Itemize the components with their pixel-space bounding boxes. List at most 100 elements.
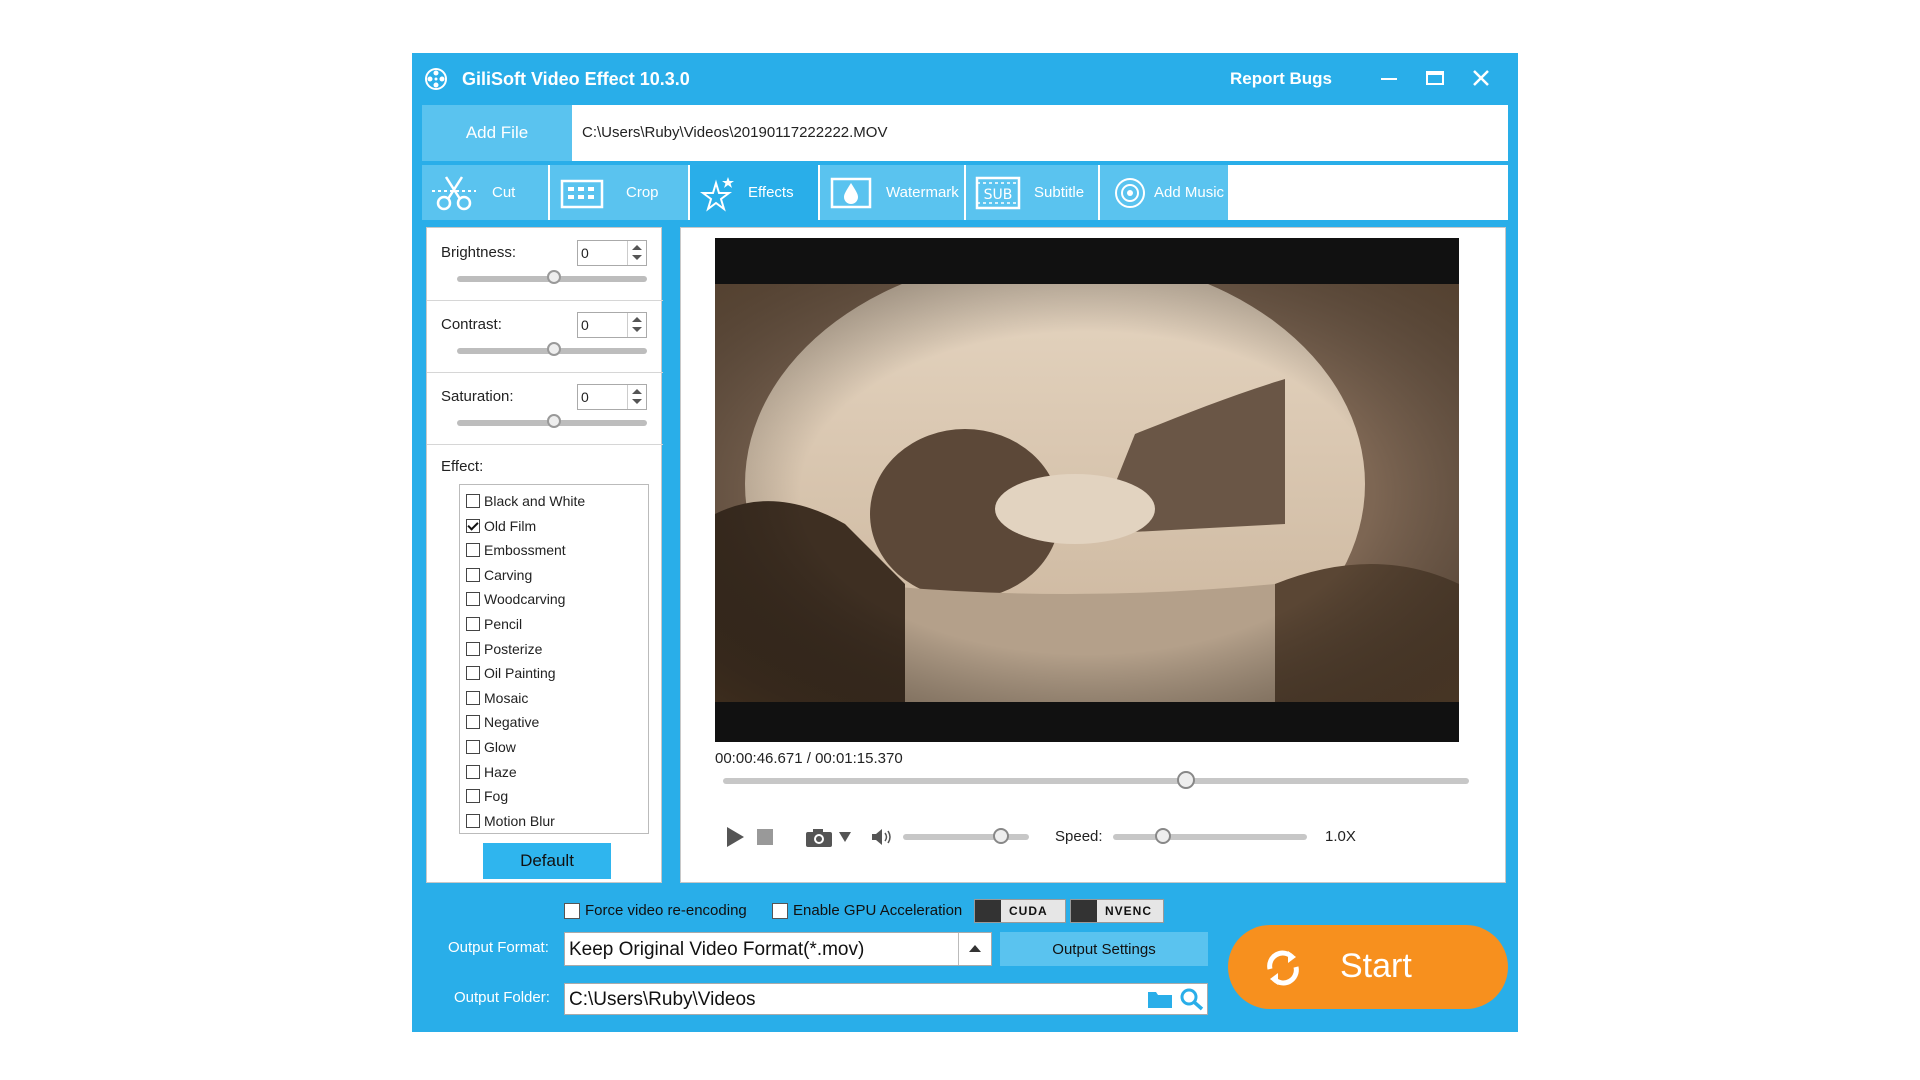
file-path: C:\Users\Ruby\Videos\20190117222222.MOV: [582, 124, 888, 141]
effect-checkbox[interactable]: [466, 813, 480, 828]
play-icon[interactable]: [725, 826, 745, 848]
music-target-icon: [1115, 178, 1145, 208]
title-bar: GiliSoft Video Effect 10.3.0 Report Bugs: [412, 53, 1518, 105]
add-file-button[interactable]: Add File: [422, 105, 572, 161]
app-title: GiliSoft Video Effect 10.3.0: [462, 69, 690, 89]
output-format-label: Output Format:: [448, 939, 549, 956]
saturation-label: Saturation:: [441, 388, 514, 405]
volume-icon[interactable]: [871, 828, 893, 846]
effect-label: Haze: [484, 763, 517, 780]
tab-subtitle[interactable]: SUB Subtitle: [966, 165, 1098, 220]
effect-checkbox[interactable]: [466, 494, 480, 508]
gpu-accel-label: Enable GPU Acceleration: [793, 902, 963, 919]
cuda-label: CUDA: [1009, 904, 1048, 918]
contrast-label: Contrast:: [441, 316, 502, 333]
tab-cut[interactable]: Cut: [422, 165, 548, 220]
search-icon[interactable]: [1179, 987, 1205, 1011]
cuda-badge: CUDA: [974, 899, 1066, 923]
default-button[interactable]: Default: [483, 843, 611, 879]
output-settings-button[interactable]: Output Settings: [1000, 932, 1208, 966]
effect-label: Negative: [484, 714, 540, 731]
contrast-slider[interactable]: [457, 342, 647, 356]
output-folder-value: C:\Users\Ruby\Videos: [569, 989, 756, 1010]
effect-checkbox[interactable]: [466, 715, 480, 730]
effect-checkbox[interactable]: [466, 567, 480, 582]
speed-thumb[interactable]: [1155, 828, 1172, 844]
brightness-spinbox[interactable]: 0: [577, 240, 647, 266]
saturation-spinbox[interactable]: 0: [577, 384, 647, 410]
film-reel-icon: [425, 68, 447, 90]
tab-add-music[interactable]: Add Music: [1100, 165, 1228, 220]
effect-label: Pencil: [484, 616, 523, 632]
video-frame-image: [715, 284, 1459, 702]
brightness-spin-arrows[interactable]: [627, 241, 646, 265]
watermark-drop-icon: [830, 177, 872, 209]
folder-icon[interactable]: [1147, 988, 1173, 1010]
adjustment-panel: Brightness: 0 Contrast: 0 Saturation: 0 …: [426, 227, 663, 883]
chevron-down-icon[interactable]: [839, 832, 851, 842]
nvidia-icon: [975, 900, 1001, 922]
brightness-group: Brightness: 0: [427, 228, 663, 301]
crop-icon: [560, 179, 604, 209]
effect-label: Old Film: [484, 517, 537, 534]
report-bugs-link[interactable]: Report Bugs: [1230, 69, 1332, 89]
effect-label: Oil Painting: [484, 665, 556, 682]
camera-icon[interactable]: [805, 828, 833, 848]
saturation-spin-arrows[interactable]: [627, 385, 646, 409]
tool-tabs: Cut Crop Effects Watermark SUB Subtitle …: [422, 165, 1508, 220]
effect-list: Black and White Old Film Embossment Carving…: [459, 484, 649, 834]
effect-checkbox[interactable]: [466, 740, 480, 754]
effect-checkbox[interactable]: [466, 518, 480, 533]
speed-label: Speed:: [1055, 828, 1103, 845]
speed-value: 1.0X: [1325, 828, 1356, 845]
start-button[interactable]: Start: [1228, 925, 1508, 1009]
output-folder-field[interactable]: C:\Users\Ruby\Videos: [564, 983, 1208, 1015]
saturation-slider-thumb[interactable]: [546, 414, 561, 428]
refresh-icon: [1267, 950, 1299, 986]
tab-effects-label: Effects: [748, 184, 794, 201]
seek-thumb[interactable]: [1176, 771, 1195, 789]
brightness-slider[interactable]: [457, 270, 647, 284]
volume-slider[interactable]: [903, 828, 1029, 844]
maximize-icon[interactable]: [1420, 65, 1450, 93]
tab-add-music-label: Add Music: [1154, 184, 1225, 201]
video-preview: [715, 238, 1459, 742]
effect-label: Black and White: [484, 493, 586, 509]
tab-crop-label: Crop: [626, 184, 659, 201]
effect-checkbox[interactable]: [466, 666, 480, 681]
gpu-accel-box[interactable]: [772, 903, 788, 919]
output-folder-label: Output Folder:: [454, 989, 550, 1006]
effect-checkbox[interactable]: [466, 764, 480, 779]
effect-checkbox[interactable]: [466, 641, 480, 656]
speed-slider[interactable]: [1113, 828, 1307, 844]
effect-checkbox[interactable]: [466, 690, 480, 705]
dropdown-arrow-icon[interactable]: [958, 933, 991, 965]
force-reencode-box[interactable]: [564, 903, 580, 919]
brightness-slider-thumb[interactable]: [546, 270, 561, 284]
tab-watermark[interactable]: Watermark: [820, 165, 964, 220]
timecode: 00:00:46.671 / 00:01:15.370: [715, 750, 903, 767]
tab-cut-label: Cut: [492, 184, 516, 201]
minimize-icon[interactable]: [1374, 65, 1404, 93]
contrast-value: 0: [581, 317, 589, 333]
brightness-value: 0: [581, 245, 589, 261]
saturation-slider[interactable]: [457, 414, 647, 428]
saturation-value: 0: [581, 389, 589, 405]
contrast-slider-thumb[interactable]: [546, 342, 561, 356]
tab-crop[interactable]: Crop: [550, 165, 688, 220]
effect-checkbox[interactable]: [466, 789, 480, 804]
subtitle-icon: SUB: [975, 176, 1021, 210]
effect-checkbox[interactable]: [466, 617, 480, 631]
close-icon[interactable]: [1466, 65, 1496, 93]
tab-effects[interactable]: Effects: [690, 165, 818, 220]
seek-bar[interactable]: [723, 771, 1469, 789]
effect-checkbox[interactable]: [466, 543, 480, 558]
effect-label: Glow: [484, 739, 516, 755]
effect-checkbox[interactable]: [466, 592, 480, 607]
effect-label: Posterize: [484, 640, 543, 657]
output-format-select[interactable]: Keep Original Video Format(*.mov): [564, 932, 992, 966]
contrast-spinbox[interactable]: 0: [577, 312, 647, 338]
contrast-spin-arrows[interactable]: [627, 313, 646, 337]
stop-icon[interactable]: [757, 829, 773, 845]
volume-thumb[interactable]: [993, 828, 1010, 844]
